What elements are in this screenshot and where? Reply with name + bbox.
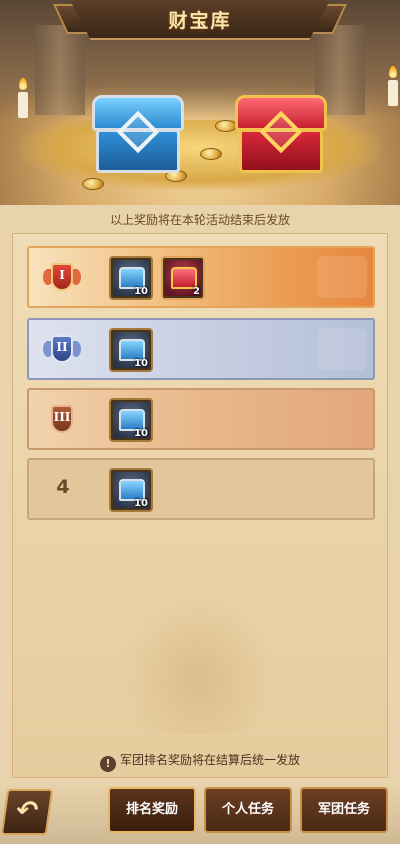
reward-quantity: 10 — [134, 286, 148, 297]
gold-rank-badge-icon: I — [43, 259, 81, 297]
reward-blue-chest[interactable]: 10 — [109, 328, 153, 372]
rank-number: 4 — [56, 476, 70, 498]
coin-icon — [82, 178, 104, 190]
tab-legion-tasks[interactable]: 军团任务 — [300, 787, 388, 833]
reward-blue-chest[interactable]: 10 — [109, 468, 153, 512]
left-pillar — [35, 25, 85, 115]
reward-quantity: 10 — [134, 358, 148, 369]
page-title: 财宝库 — [168, 10, 232, 32]
reward-quantity: 2 — [193, 286, 200, 297]
back-button[interactable]: ↶ — [0, 789, 54, 835]
reward-blue-chest[interactable]: 10 — [109, 398, 153, 442]
reward-quantity: 10 — [134, 428, 148, 439]
candle-flame-icon — [389, 66, 397, 78]
red-treasure-chest-icon — [235, 95, 327, 173]
blue-treasure-chest-icon — [92, 95, 184, 173]
row-decoration — [317, 256, 367, 298]
reward-notice: 以上奖励将在本轮活动结束后发放 — [109, 213, 290, 227]
row-decoration — [317, 328, 367, 370]
reward-red-chest[interactable]: 2 — [161, 256, 205, 300]
rank-row-1: I 10 2 — [27, 246, 375, 308]
treasure-scene: 财宝库 — [0, 0, 400, 205]
info-icon: ! — [99, 756, 116, 772]
silver-rank-badge-icon: II — [43, 331, 81, 369]
settlement-note: ! 军团排名奖励将在结算后统一发放 — [0, 751, 400, 772]
bottom-nav: ↶ 排名奖励 个人任务 军团任务 — [0, 782, 400, 844]
tab-personal-tasks[interactable]: 个人任务 — [204, 787, 292, 833]
background-castle-silhouette — [123, 594, 273, 734]
candle-icon — [388, 80, 398, 106]
candle-icon — [18, 92, 28, 118]
reward-blue-chest[interactable]: 10 — [109, 256, 153, 300]
bronze-rank-badge-icon: III — [43, 401, 81, 439]
tab-rank-rewards[interactable]: 排名奖励 — [108, 787, 196, 833]
candle-flame-icon — [19, 78, 27, 90]
rank-rewards-panel: I 10 2 II 10 III 10 4 10 — [12, 233, 388, 778]
rank-row-3: III 10 — [27, 388, 375, 450]
rank-row-2: II 10 — [27, 318, 375, 380]
back-arrow-icon: ↶ — [14, 796, 41, 826]
settlement-note-text: 军团排名奖励将在结算后统一发放 — [119, 753, 300, 767]
coin-icon — [215, 120, 237, 132]
coin-icon — [200, 148, 222, 160]
rank-row-4: 4 10 — [27, 458, 375, 520]
reward-quantity: 10 — [134, 498, 148, 509]
